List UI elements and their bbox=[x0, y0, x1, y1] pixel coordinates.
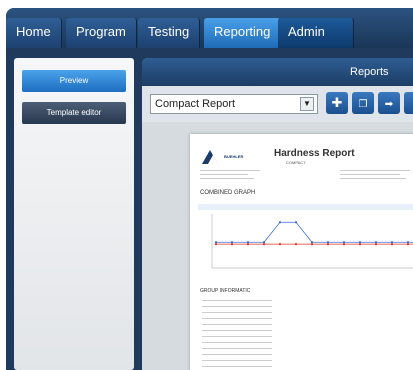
table-row bbox=[202, 316, 282, 321]
export-icon: ➡ bbox=[384, 99, 394, 110]
series-1-point bbox=[358, 241, 362, 244]
logo-text: BUEHLER bbox=[224, 154, 244, 159]
combined-graph-label: COMBINED GRAPH bbox=[200, 190, 256, 196]
info-line bbox=[200, 174, 248, 175]
series-2-point bbox=[326, 243, 330, 246]
info-line bbox=[200, 178, 254, 179]
reports-toolbar: Compact Report ▼ ✚ ❐ ➡ bbox=[142, 86, 413, 122]
hardness-line-chart bbox=[198, 204, 413, 269]
info-line bbox=[340, 170, 410, 171]
series-1-point bbox=[406, 241, 410, 244]
report-preview-area[interactable]: BUEHLER Hardness Report COMPACT COMBINED… bbox=[142, 122, 413, 370]
preview-button[interactable]: Preview bbox=[22, 70, 126, 92]
chart-legend-bar bbox=[198, 204, 413, 210]
series-2-point bbox=[358, 243, 362, 246]
series-2-point bbox=[262, 243, 266, 246]
table-row-line bbox=[202, 330, 272, 331]
table-row-line bbox=[202, 354, 272, 355]
sidebar: Preview Template editor bbox=[14, 58, 134, 370]
table-row bbox=[202, 304, 282, 309]
series-1-point bbox=[230, 241, 234, 244]
table-row-line bbox=[202, 318, 272, 319]
table-row-line bbox=[202, 348, 272, 349]
report-type-select[interactable]: Compact Report ▼ bbox=[150, 94, 318, 114]
table-row bbox=[202, 340, 282, 345]
table-row bbox=[202, 334, 282, 339]
report-page: BUEHLER Hardness Report COMPACT COMBINED… bbox=[190, 134, 413, 370]
copy-button[interactable]: ❐ bbox=[352, 92, 374, 114]
series-1-point bbox=[390, 241, 394, 244]
table-row bbox=[202, 310, 282, 315]
add-button[interactable]: ✚ bbox=[326, 92, 348, 114]
table-row bbox=[202, 346, 282, 351]
series-1-point bbox=[294, 221, 298, 224]
report-type-value: Compact Report bbox=[155, 98, 236, 110]
tab-admin[interactable]: Admin bbox=[278, 18, 354, 48]
group-information-label: GROUP INFORMATIC bbox=[200, 288, 251, 294]
table-row-line bbox=[202, 324, 272, 325]
more-button[interactable] bbox=[404, 92, 413, 114]
info-line bbox=[340, 174, 400, 175]
table-row-line bbox=[202, 366, 272, 367]
table-row bbox=[202, 352, 282, 357]
main-tab-bar: Home Program Testing Reporting Admin bbox=[6, 8, 413, 48]
series-2-point bbox=[406, 243, 410, 246]
buehler-logo-icon bbox=[202, 150, 218, 164]
series-line-1 bbox=[216, 221, 413, 243]
series-2-point bbox=[294, 243, 298, 246]
table-row bbox=[202, 322, 282, 327]
table-row-line bbox=[202, 336, 272, 337]
report-subtitle: COMPACT bbox=[286, 160, 306, 165]
series-1-point bbox=[246, 241, 250, 244]
reports-header: Reports bbox=[142, 58, 413, 86]
info-line bbox=[340, 178, 406, 179]
table-row-line bbox=[202, 360, 272, 361]
app-window: Home Program Testing Reporting Admin Pre… bbox=[6, 8, 413, 370]
panel-title: Reports bbox=[350, 66, 389, 78]
reports-panel: Reports Compact Report ▼ ✚ ❐ ➡ BUEHLER H… bbox=[142, 58, 413, 370]
tab-program[interactable]: Program bbox=[66, 18, 137, 48]
tab-home[interactable]: Home bbox=[6, 18, 62, 48]
table-row bbox=[202, 298, 282, 303]
table-row-line bbox=[202, 300, 272, 301]
series-1-point bbox=[262, 241, 266, 244]
series-2-point bbox=[246, 243, 250, 246]
series-1-point bbox=[342, 241, 346, 244]
series-2-point bbox=[214, 243, 218, 246]
table-row-line bbox=[202, 342, 272, 343]
series-1-point bbox=[326, 241, 330, 244]
series-2-point bbox=[278, 243, 282, 246]
chevron-down-icon[interactable]: ▼ bbox=[300, 97, 314, 111]
table-row bbox=[202, 364, 282, 369]
series-1-point bbox=[214, 241, 218, 244]
table-row-line bbox=[202, 312, 272, 313]
series-2-point bbox=[342, 243, 346, 246]
table-row-line bbox=[202, 306, 272, 307]
copy-icon: ❐ bbox=[358, 99, 368, 110]
series-2-point bbox=[390, 243, 394, 246]
series-1-point bbox=[310, 241, 314, 244]
tab-reporting[interactable]: Reporting bbox=[204, 18, 282, 48]
report-title: Hardness Report bbox=[274, 148, 355, 159]
table-row bbox=[202, 328, 282, 333]
table-row bbox=[202, 358, 282, 363]
template-editor-button[interactable]: Template editor bbox=[22, 102, 126, 124]
export-button[interactable]: ➡ bbox=[378, 92, 400, 114]
info-line bbox=[200, 170, 260, 171]
series-2-point bbox=[374, 243, 378, 246]
tab-testing[interactable]: Testing bbox=[138, 18, 201, 48]
series-2-point bbox=[230, 243, 234, 246]
series-2-point bbox=[310, 243, 314, 246]
series-1-point bbox=[374, 241, 378, 244]
series-1-point bbox=[278, 221, 282, 224]
add-icon: ✚ bbox=[331, 95, 343, 110]
